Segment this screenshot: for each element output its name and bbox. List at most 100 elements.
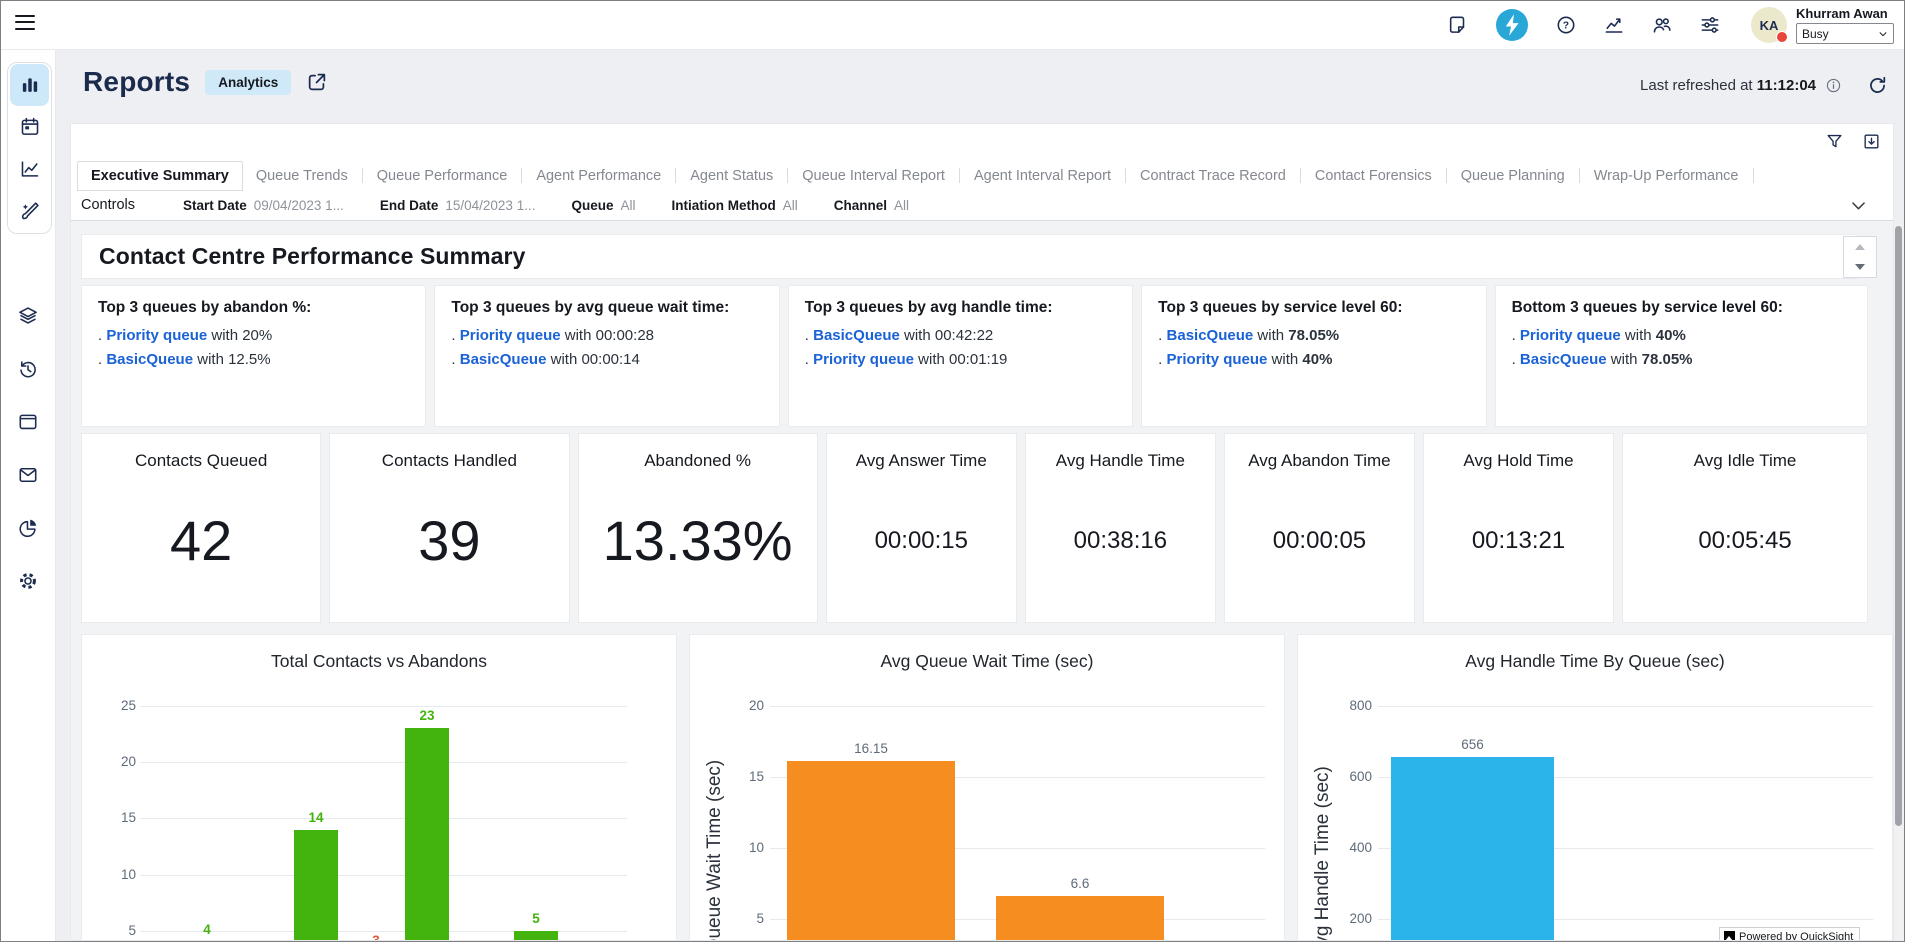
insight-card-top-3-queues-by-abandon: Top 3 queues by abandon %:. Priority que… — [81, 285, 426, 427]
chart-y-axis-label: Avg Queue Wait Time (sec) — [704, 760, 726, 940]
sidebar-item-history[interactable] — [8, 348, 47, 390]
help-icon[interactable]: ? — [1555, 14, 1577, 36]
last-refreshed-text: Last refreshed at 11:12:04 — [1640, 77, 1816, 94]
spinner-up-button[interactable] — [1844, 237, 1876, 257]
control-value: 15/04/2023 1... — [445, 198, 535, 213]
queue-link[interactable]: Priority queue — [1167, 351, 1268, 368]
queue-link[interactable]: BasicQueue — [106, 351, 193, 368]
kpi-card-avg-abandon-time: Avg Abandon Time00:00:05 — [1224, 433, 1415, 623]
refresh-icon[interactable] — [1867, 75, 1888, 96]
scrollbar-thumb[interactable] — [1895, 226, 1902, 826]
info-icon[interactable] — [1825, 77, 1842, 94]
notes-icon[interactable] — [1447, 14, 1469, 36]
queue-link[interactable]: BasicQueue — [813, 327, 900, 344]
tab-separator — [1753, 168, 1754, 183]
quicksight-badge[interactable]: Powered by QuickSight — [1719, 927, 1860, 940]
settings-sliders-icon[interactable] — [1699, 14, 1721, 36]
avatar[interactable]: KA — [1751, 7, 1787, 43]
tab-wrap-up-performance[interactable]: Wrap-Up Performance — [1581, 162, 1752, 190]
tab-agent-status[interactable]: Agent Status — [677, 162, 786, 190]
insight-value: 40% — [1656, 327, 1686, 344]
sidebar-item-bar-chart[interactable] — [10, 64, 49, 106]
sidebar-item-mail[interactable] — [8, 454, 47, 496]
queue-link[interactable]: Priority queue — [813, 351, 914, 368]
status-select[interactable]: Busy — [1796, 23, 1894, 44]
last-refreshed-time: 11:12:04 — [1757, 77, 1816, 94]
gridline — [140, 818, 627, 819]
mid-text: with — [1253, 327, 1288, 344]
tab-separator — [521, 168, 522, 183]
hamburger-menu-icon[interactable] — [15, 15, 35, 31]
mid-text: with — [546, 351, 581, 368]
status-value: Busy — [1802, 27, 1829, 41]
external-link-icon[interactable] — [306, 71, 328, 93]
tab-queue-trends[interactable]: Queue Trends — [243, 162, 361, 190]
gridline — [1378, 706, 1873, 707]
kpi-card-abandoned: Abandoned %13.33% — [578, 433, 818, 623]
tab-queue-interval-report[interactable]: Queue Interval Report — [789, 162, 958, 190]
kpi-value: 39 — [418, 508, 480, 573]
insight-card-title: Top 3 queues by service level 60: — [1158, 299, 1469, 317]
sidebar-item-design-brush[interactable] — [10, 190, 49, 232]
bullet: . — [805, 327, 813, 344]
queue-link[interactable]: Priority queue — [106, 327, 207, 344]
bar-total-contacts-1 — [294, 830, 338, 940]
mid-text: with — [193, 351, 228, 368]
control-channel[interactable]: ChannelAll — [834, 198, 909, 213]
queue-link[interactable]: BasicQueue — [460, 351, 547, 368]
queue-link[interactable]: Priority queue — [460, 327, 561, 344]
queue-link[interactable]: Priority queue — [1520, 327, 1621, 344]
insight-line: . BasicQueue with 00:42:22 — [805, 324, 1116, 348]
filter-icon[interactable] — [1825, 132, 1844, 151]
kpi-cards-row: Contacts Queued42Contacts Handled39Aband… — [81, 433, 1868, 623]
tab-queue-performance[interactable]: Queue Performance — [364, 162, 521, 190]
vertical-scrollbar — [1894, 223, 1903, 940]
kpi-value: 00:00:15 — [875, 527, 968, 555]
history-icon — [17, 358, 39, 380]
design-brush-icon — [19, 200, 41, 222]
window-icon — [17, 411, 39, 433]
mid-text: with — [561, 327, 596, 344]
control-intiation-method[interactable]: Intiation MethodAll — [671, 198, 797, 213]
bar-data-label: 6.6 — [976, 876, 1184, 891]
insight-card-top-3-queues-by-avg-queue-wait-time: Top 3 queues by avg queue wait time:. Pr… — [434, 285, 779, 427]
insight-value: 00:00:28 — [596, 327, 654, 344]
tab-agent-performance[interactable]: Agent Performance — [523, 162, 674, 190]
dashboard-sheet: Contact Centre Performance Summary Top 3… — [71, 221, 1893, 940]
y-tick-label: 20 — [724, 698, 764, 713]
chart-avg-handle-time-by-queue-sec: Avg Handle Time By Queue (sec)Avg Handle… — [1297, 634, 1893, 940]
sidebar-item-pie-chart[interactable] — [8, 507, 47, 549]
queue-link[interactable]: BasicQueue — [1520, 351, 1607, 368]
sidebar-item-line-chart[interactable] — [10, 148, 49, 190]
control-start-date[interactable]: Start Date09/04/2023 1... — [183, 198, 344, 213]
tab-executive-summary[interactable]: Executive Summary — [77, 161, 243, 191]
spinner-down-button[interactable] — [1844, 257, 1876, 277]
tab-contact-forensics[interactable]: Contact Forensics — [1302, 162, 1445, 190]
controls-collapse-chevron-icon[interactable] — [1849, 196, 1868, 215]
sheet-spinner — [1843, 236, 1877, 278]
kpi-card-avg-handle-time: Avg Handle Time00:38:16 — [1025, 433, 1216, 623]
gear-icon — [17, 570, 39, 592]
kpi-card-avg-answer-time: Avg Answer Time00:00:15 — [826, 433, 1017, 623]
trends-icon[interactable] — [1603, 14, 1625, 36]
y-tick-label: 20 — [96, 754, 136, 769]
y-tick-label: 600 — [1332, 769, 1372, 784]
tab-agent-interval-report[interactable]: Agent Interval Report — [961, 162, 1124, 190]
agents-icon[interactable] — [1651, 14, 1673, 36]
sidebar-item-gear[interactable] — [8, 560, 47, 602]
bullet: . — [451, 327, 459, 344]
control-end-date[interactable]: End Date15/04/2023 1... — [380, 198, 536, 213]
layers-icon — [17, 305, 39, 327]
queue-link[interactable]: BasicQueue — [1167, 327, 1254, 344]
topbar-actions: ? KA Khurram Awan Busy — [1447, 1, 1894, 49]
control-queue[interactable]: QueueAll — [571, 198, 635, 213]
sidebar-item-calendar[interactable] — [10, 106, 49, 148]
tab-contract-trace-record[interactable]: Contract Trace Record — [1127, 162, 1299, 190]
sidebar-item-layers[interactable] — [8, 295, 47, 337]
kpi-title: Avg Idle Time — [1694, 451, 1797, 471]
insight-value: 20% — [242, 327, 272, 344]
export-icon[interactable] — [1862, 132, 1881, 151]
tab-queue-planning[interactable]: Queue Planning — [1448, 162, 1578, 190]
flash-icon[interactable] — [1495, 8, 1529, 42]
sidebar-item-window[interactable] — [8, 401, 47, 443]
